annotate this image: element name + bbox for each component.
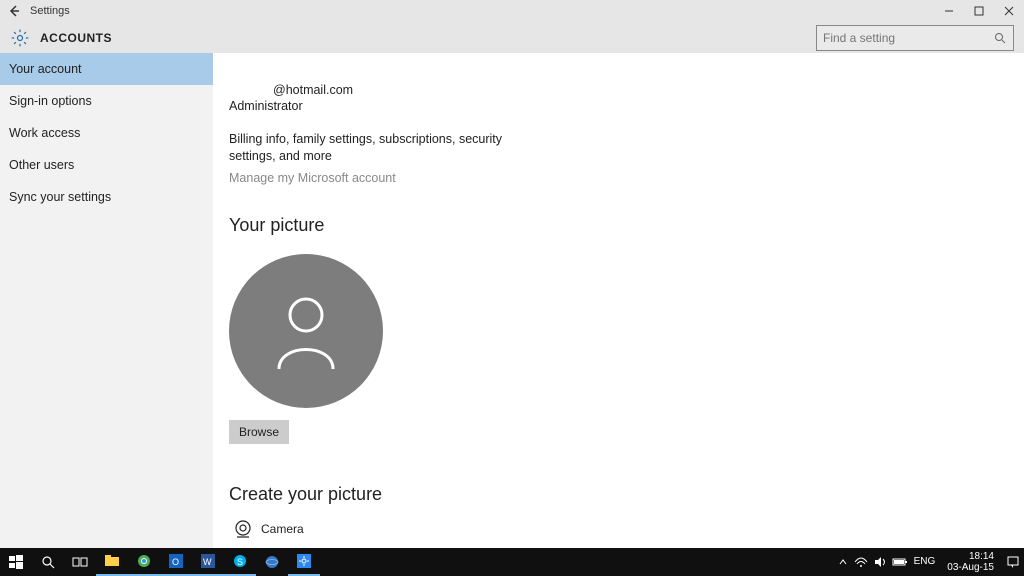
arrow-left-icon [7, 4, 21, 18]
content-pane: @hotmail.com Administrator Billing info,… [213, 53, 1024, 548]
manage-account-link[interactable]: Manage my Microsoft account [229, 171, 1024, 185]
svg-text:O: O [172, 557, 179, 567]
camera-label: Camera [261, 522, 304, 536]
account-email: @hotmail.com [273, 83, 1024, 97]
task-view-button[interactable] [64, 548, 96, 576]
sidebar-item-label: Your account [9, 62, 82, 76]
titlebar: Settings [0, 0, 1024, 22]
account-role: Administrator [229, 99, 1024, 113]
tray-chevron-icon[interactable] [838, 557, 848, 567]
globe-icon [265, 555, 279, 569]
taskbar-app-settings[interactable] [288, 548, 320, 576]
battery-icon[interactable] [892, 557, 908, 567]
camera-icon [229, 519, 257, 539]
sidebar-item-other-users[interactable]: Other users [0, 149, 213, 181]
volume-icon[interactable] [874, 556, 886, 568]
wifi-icon[interactable] [854, 556, 868, 568]
browse-button-label: Browse [239, 425, 279, 439]
sidebar: Your account Sign-in options Work access… [0, 53, 213, 548]
sidebar-item-work-access[interactable]: Work access [0, 117, 213, 149]
notifications-icon[interactable] [1006, 555, 1020, 569]
tray-date: 03-Aug-15 [947, 562, 994, 573]
folder-icon [104, 555, 120, 567]
taskbar-app-explorer[interactable] [96, 548, 128, 576]
windows-icon [9, 555, 23, 569]
tray-time: 18:14 [947, 551, 994, 562]
minimize-button[interactable] [934, 0, 964, 22]
sidebar-item-your-account[interactable]: Your account [0, 53, 213, 85]
taskbar-app-browser[interactable] [256, 548, 288, 576]
svg-text:W: W [203, 557, 212, 567]
tray-language[interactable]: ENG [914, 557, 936, 568]
maximize-icon [974, 6, 984, 16]
task-view-icon [72, 556, 88, 568]
sidebar-item-label: Other users [9, 158, 74, 172]
word-icon: W [201, 554, 215, 568]
sidebar-item-label: Work access [9, 126, 80, 140]
your-picture-heading: Your picture [229, 215, 1024, 236]
taskbar: O W S ENG 18:14 03-Aug-15 [0, 548, 1024, 576]
taskbar-search-button[interactable] [32, 548, 64, 576]
account-description: Billing info, family settings, subscript… [229, 131, 529, 165]
create-picture-heading: Create your picture [229, 484, 1024, 505]
search-icon[interactable] [993, 31, 1007, 45]
outlook-icon: O [169, 554, 183, 568]
start-button[interactable] [0, 548, 32, 576]
header-caption: ACCOUNTS [40, 31, 112, 45]
minimize-icon [944, 6, 954, 16]
close-icon [1004, 6, 1014, 16]
settings-gear-icon [8, 26, 32, 50]
taskbar-app-chrome[interactable] [128, 548, 160, 576]
gear-icon [297, 554, 311, 568]
sidebar-item-label: Sign-in options [9, 94, 92, 108]
taskbar-app-word[interactable]: W [192, 548, 224, 576]
skype-icon: S [233, 554, 247, 568]
taskbar-app-outlook[interactable]: O [160, 548, 192, 576]
system-tray: ENG 18:14 03-Aug-15 [838, 551, 1024, 573]
window-title: Settings [28, 5, 70, 17]
tray-clock[interactable]: 18:14 03-Aug-15 [941, 551, 1000, 573]
browse-button[interactable]: Browse [229, 420, 289, 444]
search-box[interactable] [816, 25, 1014, 51]
svg-text:S: S [237, 557, 243, 567]
chrome-icon [137, 554, 151, 568]
close-button[interactable] [994, 0, 1024, 22]
search-input[interactable] [823, 31, 993, 45]
camera-option[interactable]: Camera [229, 519, 1024, 539]
search-icon [41, 555, 55, 569]
sidebar-item-sync-settings[interactable]: Sync your settings [0, 181, 213, 213]
sidebar-item-label: Sync your settings [9, 190, 111, 204]
header: ACCOUNTS [0, 22, 1024, 53]
person-icon [271, 291, 341, 371]
taskbar-app-skype[interactable]: S [224, 548, 256, 576]
sidebar-item-sign-in-options[interactable]: Sign-in options [0, 85, 213, 117]
maximize-button[interactable] [964, 0, 994, 22]
profile-avatar [229, 254, 383, 408]
back-button[interactable] [0, 4, 28, 18]
